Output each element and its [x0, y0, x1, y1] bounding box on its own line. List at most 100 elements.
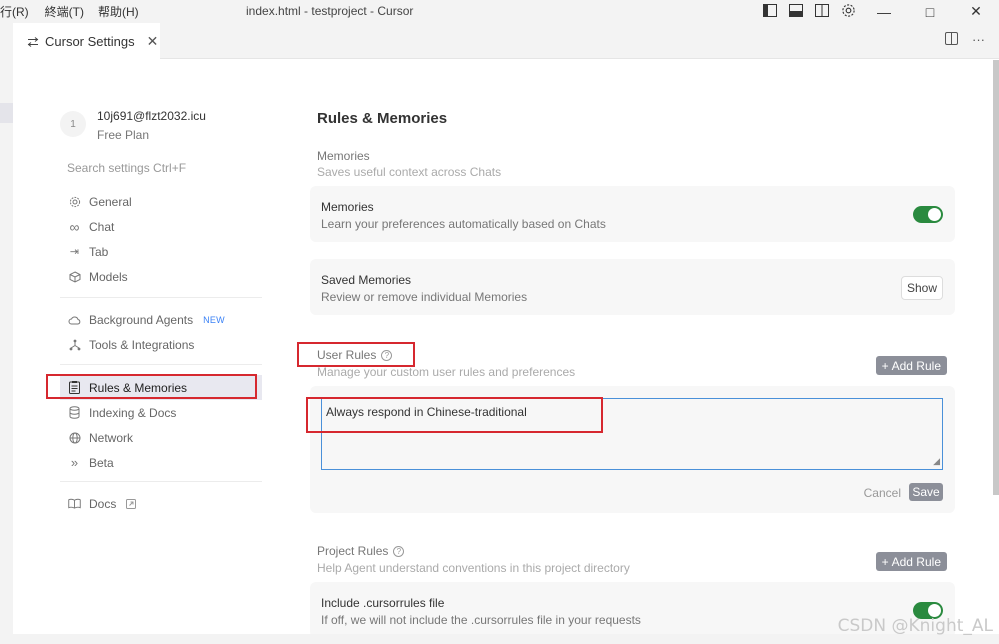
tab-close-icon[interactable]: ✕: [147, 33, 159, 50]
sidebar-item-network[interactable]: Network: [60, 425, 262, 450]
scrollbar[interactable]: [993, 60, 999, 495]
tab-label: Cursor Settings: [45, 34, 135, 49]
window-controls: — □ ✕: [861, 0, 999, 23]
divider: [60, 364, 262, 365]
external-link-icon: [126, 498, 137, 509]
toggle-secondary-sidebar-icon[interactable]: [814, 2, 830, 18]
infinity-icon: ∞: [69, 218, 80, 235]
memories-card-subtitle: Learn your preferences automatically bas…: [321, 217, 606, 231]
sidebar-item-label: General: [89, 194, 132, 209]
sidebar-item-beta[interactable]: » Beta: [60, 450, 262, 475]
memories-card-title: Memories: [321, 200, 374, 214]
tab-arrow-icon: ⇥: [69, 246, 80, 258]
add-user-rule-button[interactable]: + Add Rule: [875, 356, 947, 375]
show-memories-button[interactable]: Show: [901, 276, 943, 300]
sidebar-item-label: Chat: [89, 219, 115, 234]
saved-memories-title: Saved Memories: [321, 273, 412, 287]
toggle-panel-icon[interactable]: [788, 2, 804, 18]
help-icon[interactable]: ?: [393, 545, 405, 557]
sidebar-item-label: Tools & Integrations: [89, 337, 195, 352]
cloud-icon: [68, 313, 81, 326]
page-title: Rules & Memories: [317, 110, 448, 127]
new-badge: NEW: [203, 314, 225, 325]
sidebar-item-docs[interactable]: Docs: [60, 491, 262, 516]
project-rules-subtitle: Help Agent understand conventions in thi…: [317, 561, 630, 575]
close-window-button[interactable]: ✕: [953, 3, 999, 20]
maximize-button[interactable]: □: [907, 4, 953, 20]
toggle-sidebar-icon[interactable]: [762, 2, 778, 18]
settings-sliders-icon: [27, 36, 39, 48]
sidebar-item-general[interactable]: General: [60, 189, 262, 214]
tab-bar: Cursor Settings ✕ ···: [0, 23, 999, 59]
minimize-button[interactable]: —: [861, 4, 907, 20]
sidebar-item-label: Network: [89, 430, 134, 445]
cube-icon: [68, 270, 81, 283]
chevrons-icon: »: [70, 455, 79, 470]
section-title-text: Memories: [317, 149, 370, 163]
search-settings-input[interactable]: Search settings Ctrl+F: [67, 161, 186, 175]
divider: [60, 297, 262, 298]
title-bar: 行(R) 終端(T) 帮助(H) index.html - testprojec…: [0, 0, 999, 23]
sidebar-item-background-agents[interactable]: Background Agents NEW: [60, 307, 262, 332]
sidebar-item-label: Indexing & Docs: [89, 405, 177, 420]
settings-gear-icon[interactable]: [840, 2, 856, 18]
account-info: 1 10j691@flzt2032.icu Free Plan: [60, 109, 206, 142]
sidebar-item-tools-integrations[interactable]: Tools & Integrations: [60, 332, 262, 357]
tab-cursor-settings[interactable]: Cursor Settings ✕: [13, 23, 160, 59]
menu-bar: 行(R) 終端(T) 帮助(H): [0, 0, 147, 23]
save-button[interactable]: Save: [909, 483, 943, 501]
sidebar-item-indexing-docs[interactable]: Indexing & Docs: [60, 400, 262, 425]
layout-toolbar: [762, 2, 856, 18]
watermark: CSDN @Knight_AL: [837, 616, 993, 636]
plus-icon: +: [881, 554, 889, 569]
cursorrules-subtitle: If off, we will not include the .cursorr…: [321, 613, 641, 627]
saved-memories-card: Saved Memories Review or remove individu…: [310, 259, 955, 315]
sidebar-item-label: Beta: [89, 455, 114, 470]
sidebar-item-chat[interactable]: ∞ Chat: [60, 214, 262, 239]
sidebar-item-label: Tab: [89, 244, 109, 259]
cancel-button[interactable]: Cancel: [864, 486, 901, 500]
cursorrules-title: Include .cursorrules file: [321, 596, 445, 610]
more-actions-icon[interactable]: ···: [972, 32, 985, 48]
database-icon: [68, 406, 81, 419]
account-email: 10j691@flzt2032.icu: [97, 109, 206, 123]
menu-terminal[interactable]: 終端(T): [37, 3, 92, 20]
highlight-box-user-rules: [297, 342, 415, 367]
sidebar-item-models[interactable]: Models: [60, 264, 262, 289]
project-rules-title: Project Rules ?: [317, 544, 405, 558]
sidebar-item-label: Models: [89, 269, 128, 284]
memories-section-title: Memories: [317, 149, 370, 163]
resize-grip-icon[interactable]: ◢: [933, 456, 940, 467]
button-label: Add Rule: [891, 554, 941, 569]
sidebar-item-label: Background Agents: [89, 312, 194, 327]
tab-actions: ···: [945, 32, 985, 48]
sidebar-item-label: Docs: [89, 496, 117, 511]
account-plan: Free Plan: [97, 128, 150, 142]
saved-memories-subtitle: Review or remove individual Memories: [321, 290, 528, 304]
globe-icon: [68, 431, 81, 444]
plus-icon: +: [881, 358, 889, 373]
book-icon: [68, 497, 81, 510]
activity-strip: [0, 23, 13, 644]
menu-run[interactable]: 行(R): [0, 3, 37, 20]
memories-card: Memories Learn your preferences automati…: [310, 186, 955, 242]
avatar: 1: [60, 111, 86, 137]
nav-group-docs: Docs: [60, 491, 262, 516]
activity-indicator: [0, 103, 13, 123]
divider: [60, 481, 262, 482]
nodes-icon: [68, 338, 81, 351]
split-editor-icon[interactable]: [945, 32, 958, 48]
gear-icon: [68, 195, 81, 208]
highlight-box-sidebar: [46, 374, 257, 399]
button-label: Add Rule: [891, 358, 941, 373]
nav-group-agents: Background Agents NEW Tools & Integratio…: [60, 307, 262, 357]
sidebar-item-tab[interactable]: ⇥ Tab: [60, 239, 262, 264]
add-project-rule-button[interactable]: + Add Rule: [875, 552, 947, 571]
user-rules-subtitle: Manage your custom user rules and prefer…: [317, 365, 576, 379]
nav-group-general: General ∞ Chat ⇥ Tab Models: [60, 189, 262, 289]
window-title: index.html - testproject - Cursor: [246, 4, 414, 18]
section-title-text: Project Rules: [317, 544, 389, 558]
memories-toggle[interactable]: [913, 206, 943, 223]
memories-section-subtitle: Saves useful context across Chats: [317, 165, 502, 179]
menu-help[interactable]: 帮助(H): [92, 3, 147, 20]
